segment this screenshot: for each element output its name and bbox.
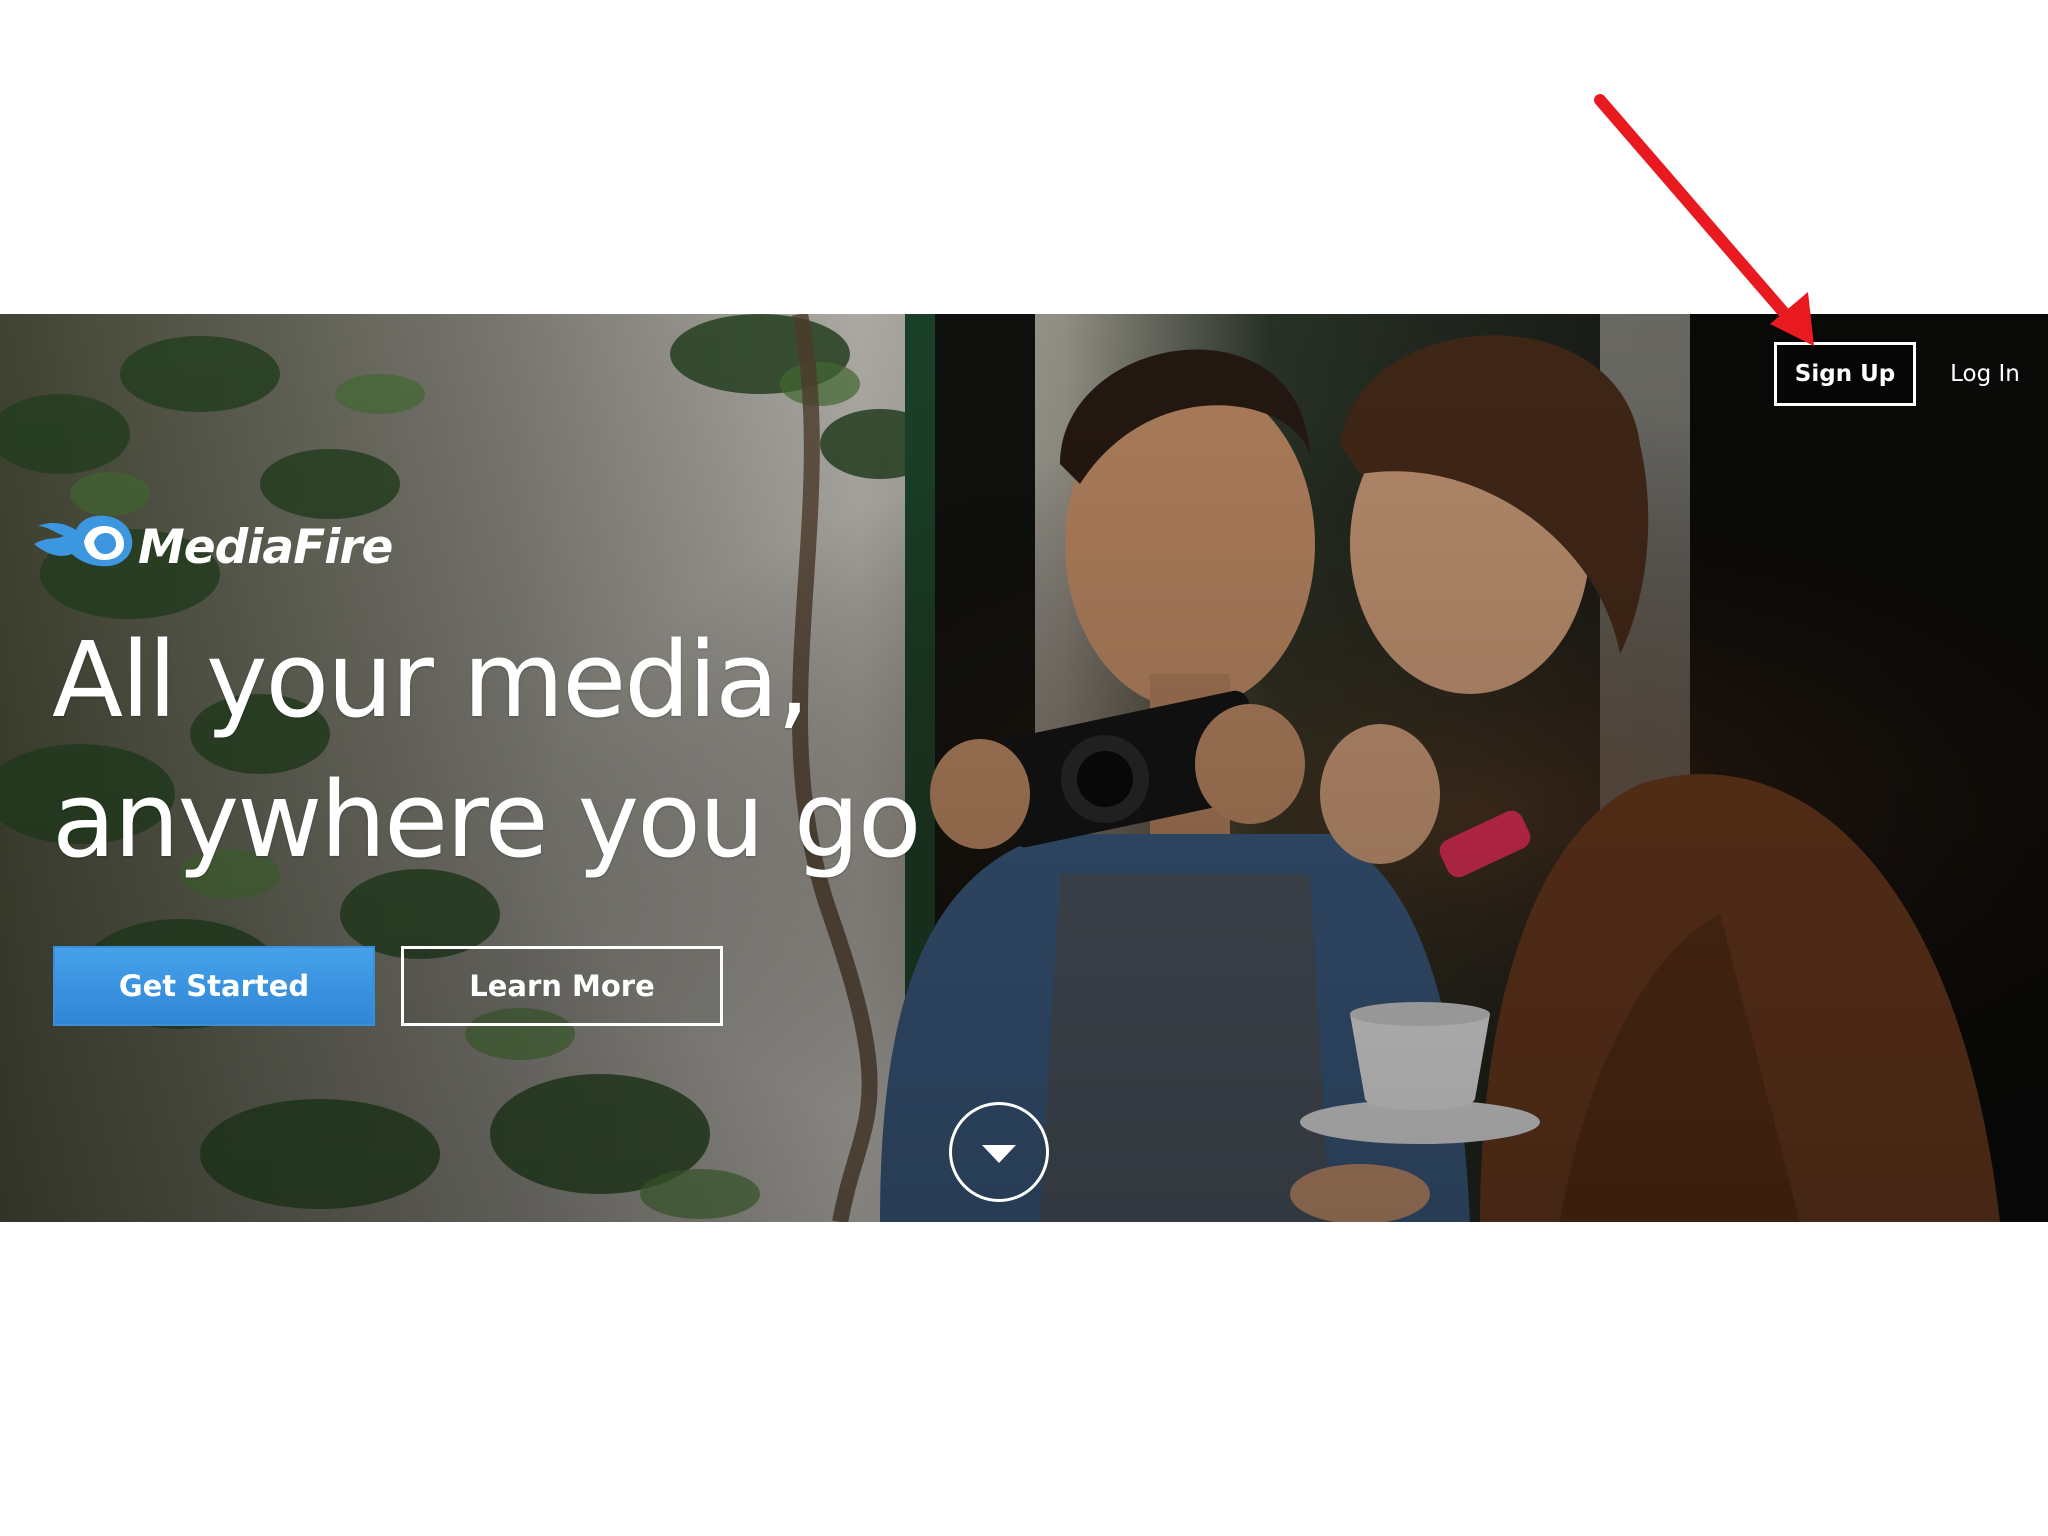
flame-cloud-icon — [34, 515, 133, 567]
mediafire-logo[interactable]: MediaFire — [34, 514, 454, 580]
headline-line-2: anywhere you go — [52, 759, 921, 881]
sign-up-button[interactable]: Sign Up — [1774, 342, 1916, 406]
headline-line-1: All your media, — [52, 619, 810, 741]
hero-headline: All your media, anywhere you go — [52, 610, 1052, 890]
learn-more-button[interactable]: Learn More — [401, 946, 723, 1026]
hero-section: MediaFire All your media, anywhere you g… — [0, 314, 2048, 1222]
page-canvas: MediaFire All your media, anywhere you g… — [0, 0, 2048, 1536]
get-started-button[interactable]: Get Started — [53, 946, 375, 1026]
log-in-link[interactable]: Log In — [1940, 342, 2030, 406]
chevron-down-icon — [982, 1145, 1016, 1163]
scroll-down-button[interactable] — [949, 1102, 1049, 1202]
logo-wordmark: MediaFire — [138, 520, 393, 575]
